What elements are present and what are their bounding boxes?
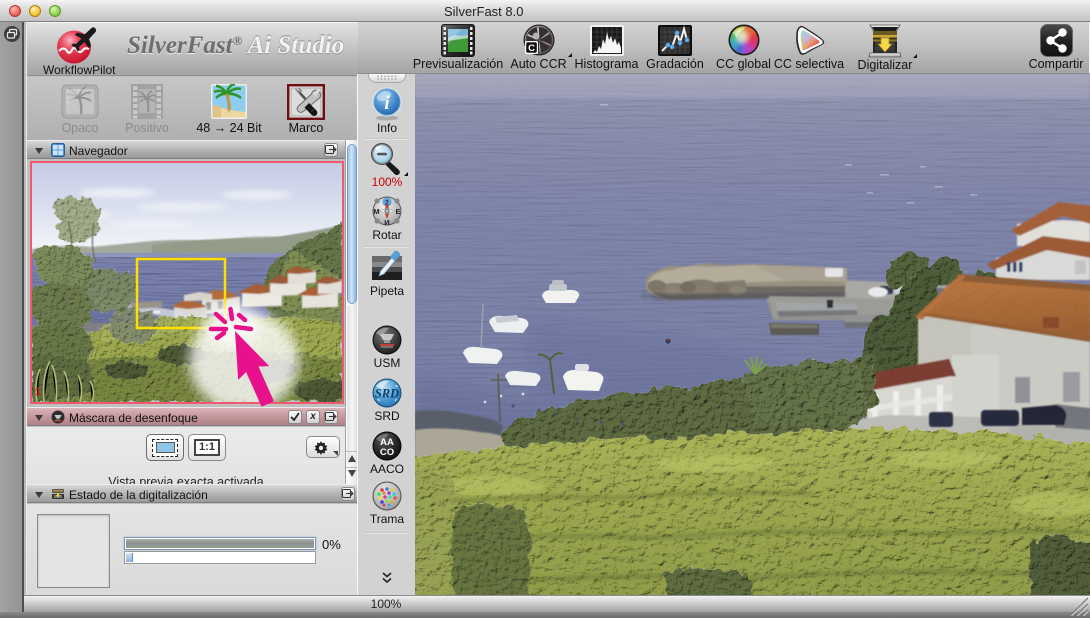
svg-text:M: M bbox=[373, 207, 379, 216]
svg-text:E: E bbox=[395, 207, 400, 216]
svg-text:1: 1 bbox=[35, 386, 41, 398]
svg-text:i: i bbox=[384, 93, 390, 114]
svg-text:И: И bbox=[384, 218, 389, 227]
svg-text:SRD: SRD bbox=[375, 387, 399, 401]
svg-text:CO: CO bbox=[380, 447, 394, 458]
svg-text:C: C bbox=[528, 43, 535, 54]
